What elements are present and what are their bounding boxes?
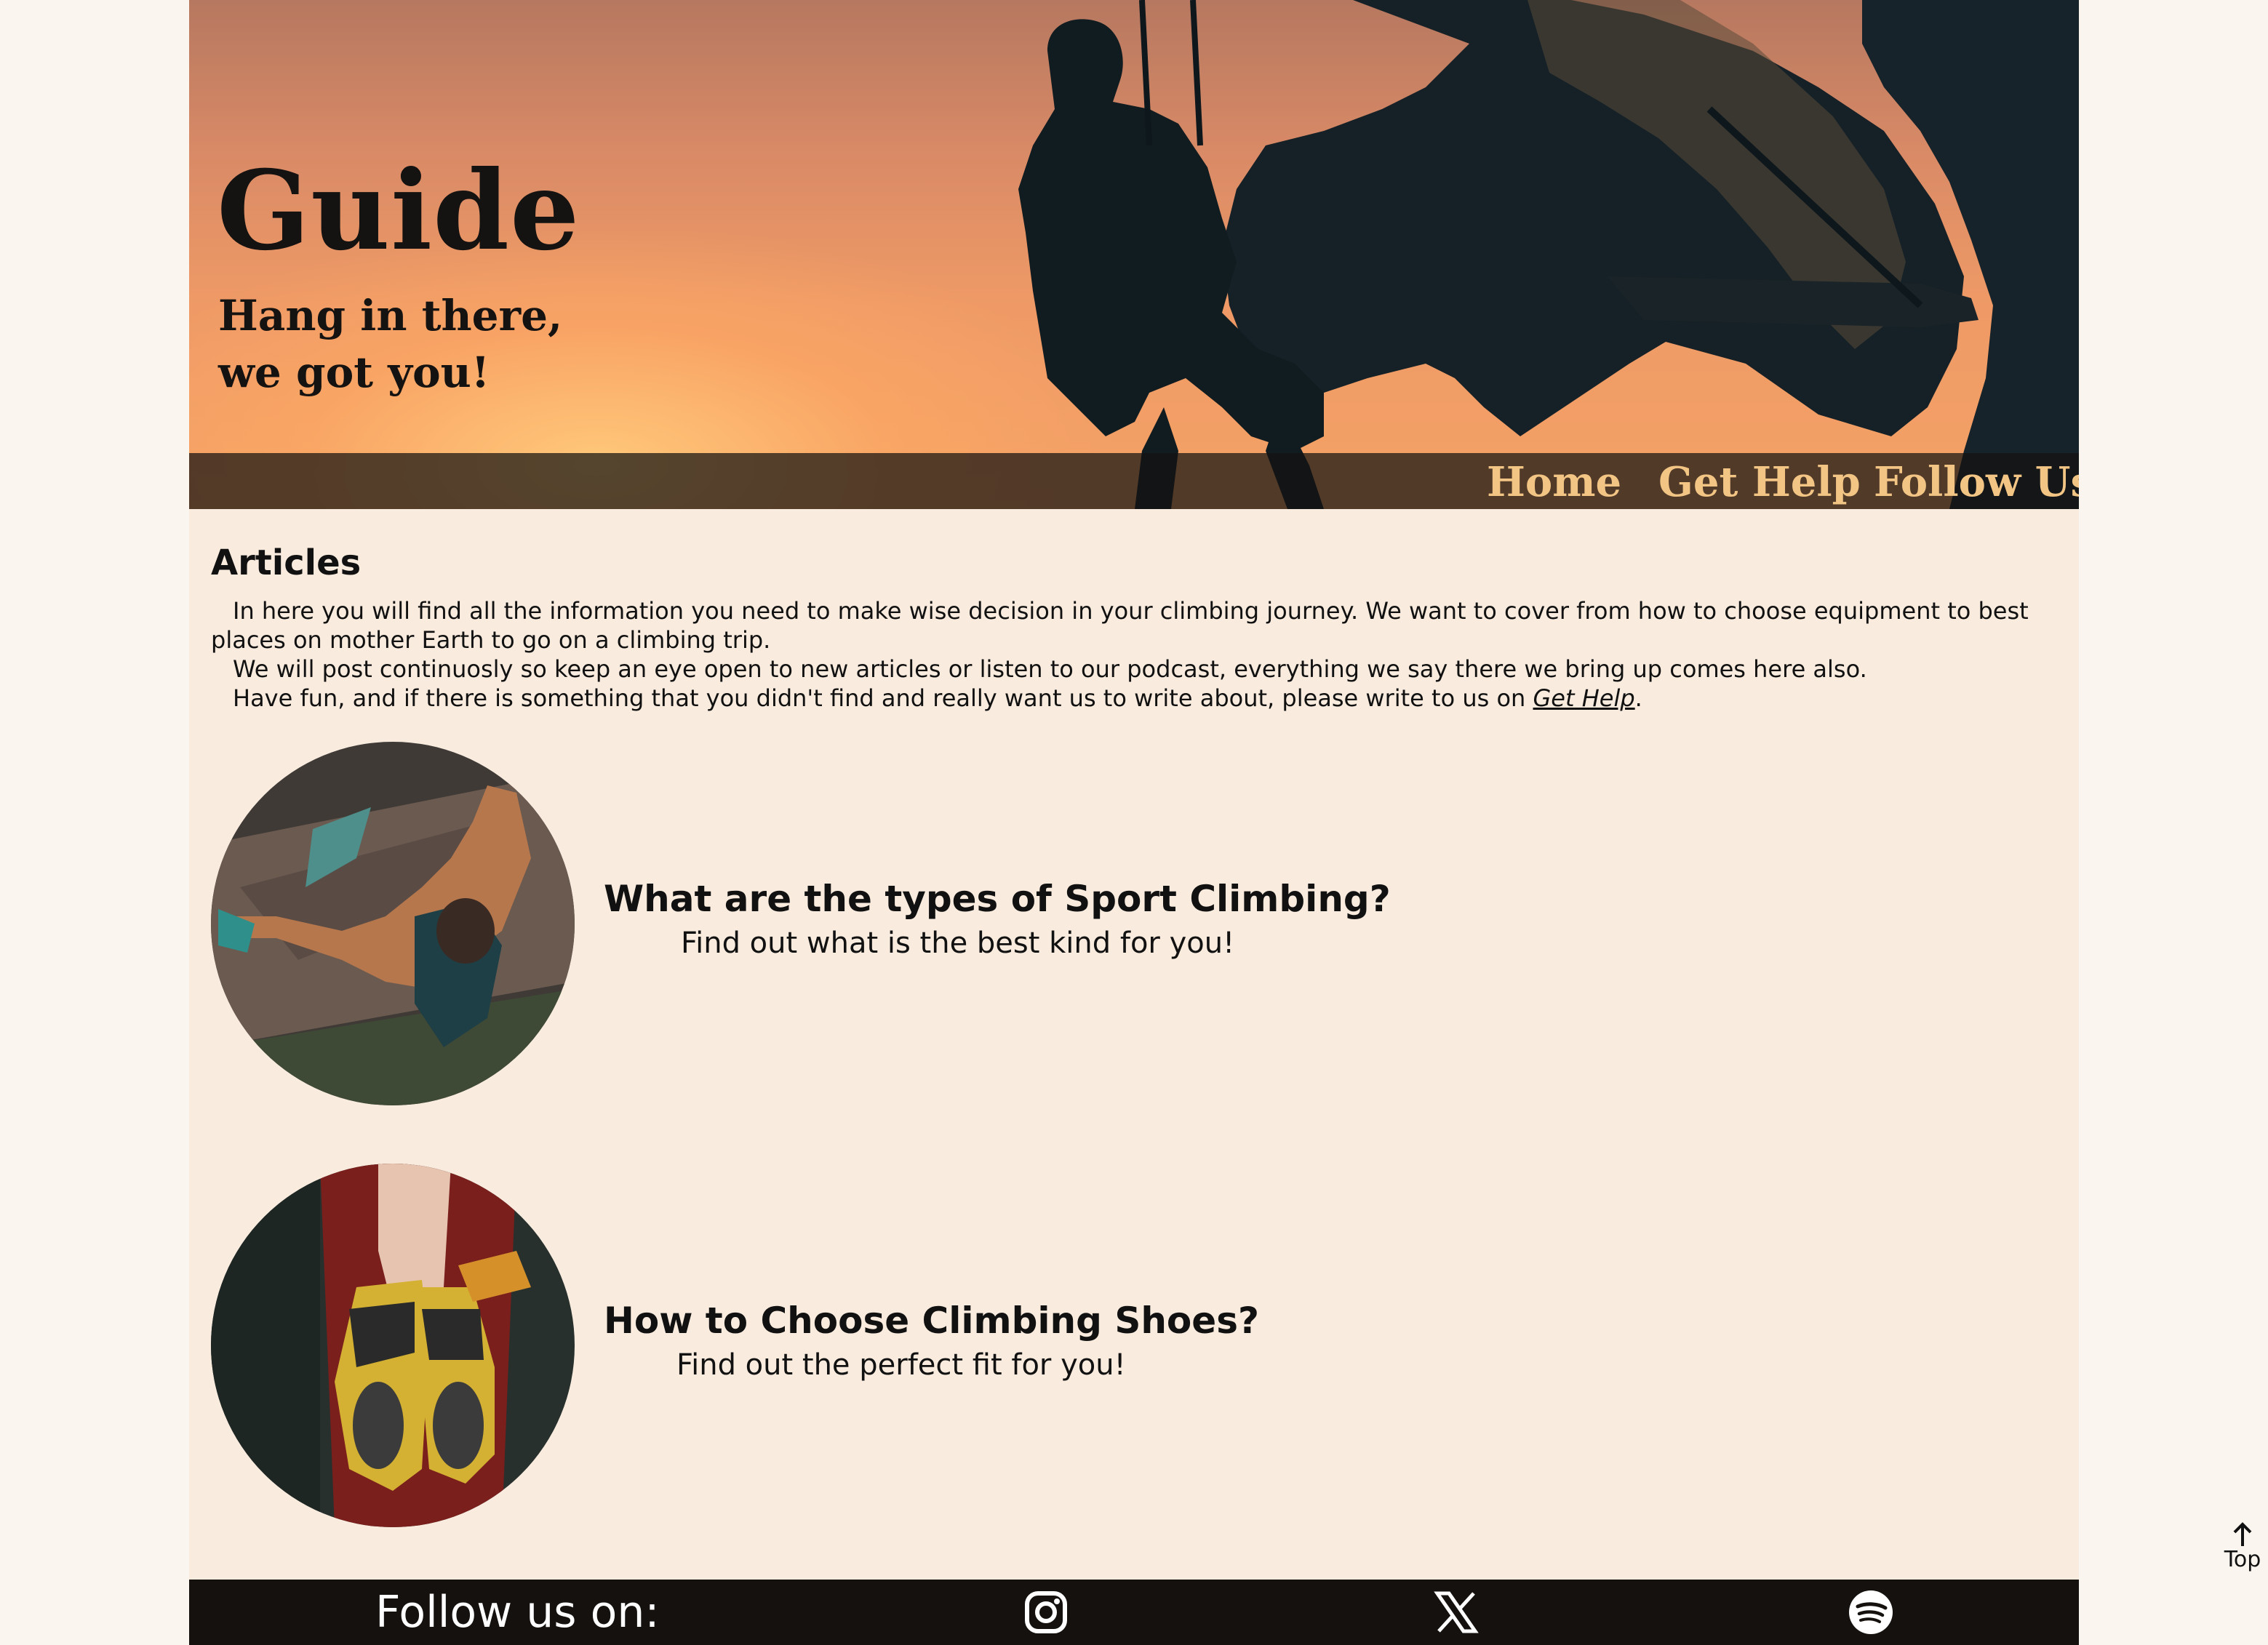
back-to-top-button[interactable]: Top	[2217, 1521, 2268, 1580]
main-navigation: Home Get Help Follow Us	[189, 453, 2079, 509]
tagline-line-1: Hang in there,	[218, 291, 563, 340]
articles-heading: Articles	[211, 543, 362, 583]
article-thumbnail-bouldering[interactable]	[211, 742, 575, 1105]
intro-p3-end: .	[1634, 684, 1642, 712]
arrow-up-icon	[2233, 1522, 2252, 1546]
article-subtitle: Find out what is the best kind for you!	[681, 926, 1235, 960]
site-tagline: Hang in there, we got you!	[218, 287, 727, 401]
article-title[interactable]: What are the types of Sport Climbing?	[604, 877, 1391, 921]
article-card[interactable]: How to Choose Climbing Shoes? Find out t…	[211, 1164, 1302, 1527]
intro-paragraph-2: We will post continuosly so keep an eye …	[233, 655, 1867, 683]
spotify-icon[interactable]	[1848, 1589, 1894, 1636]
back-to-top-label: Top	[2224, 1547, 2261, 1572]
climbing-shoes-photo	[211, 1164, 575, 1527]
article-card[interactable]: What are the types of Sport Climbing? Fi…	[211, 742, 1391, 1105]
site-footer: Follow us on:	[189, 1580, 2079, 1645]
article-subtitle: Find out the perfect fit for you!	[676, 1348, 1126, 1382]
get-help-link[interactable]: Get Help	[1533, 684, 1634, 712]
instagram-icon[interactable]	[1023, 1589, 1069, 1636]
article-title[interactable]: How to Choose Climbing Shoes?	[604, 1299, 1259, 1342]
bouldering-photo	[211, 742, 575, 1105]
articles-intro: In here you will find all the informatio…	[211, 596, 2051, 713]
follow-us-label: Follow us on:	[375, 1587, 660, 1638]
nav-link-home[interactable]: Home	[1487, 457, 1621, 507]
intro-paragraph-3: Have fun, and if there is something that…	[211, 684, 2051, 713]
x-icon[interactable]	[1433, 1589, 1480, 1636]
article-thumbnail-shoes[interactable]	[211, 1164, 575, 1527]
page-container: Guide Hang in there, we got you! Home Ge…	[189, 0, 2079, 1645]
nav-link-get-help[interactable]: Get Help	[1658, 457, 1861, 507]
site-title: Guide	[217, 147, 580, 275]
intro-paragraph-1: In here you will find all the informatio…	[211, 597, 2029, 654]
tagline-line-2: we got you!	[218, 348, 490, 397]
intro-p3-text: Have fun, and if there is something that…	[233, 684, 1533, 712]
hero-banner: Guide Hang in there, we got you! Home Ge…	[189, 0, 2079, 509]
nav-link-follow-us[interactable]: Follow Us	[1874, 457, 2079, 507]
